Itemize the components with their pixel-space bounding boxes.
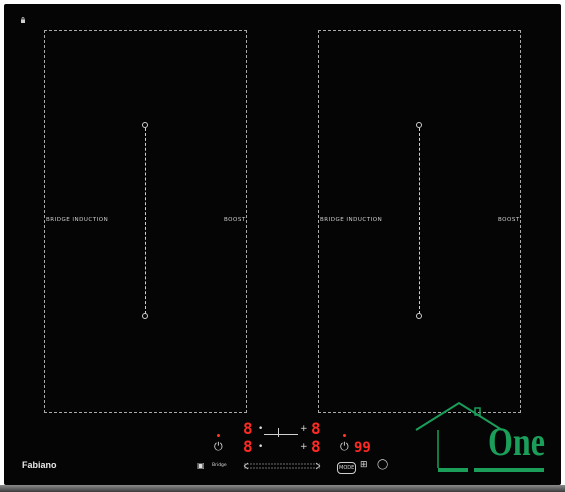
- display-top-right-digit: 8: [311, 419, 321, 438]
- right-bottom-zone-node: [416, 313, 422, 319]
- circle-button-icon[interactable]: ◯: [377, 460, 388, 470]
- left-bridge-line: [145, 128, 146, 314]
- right-boost-label: BOOST: [498, 217, 520, 223]
- timer-icon[interactable]: ⏻: [340, 441, 349, 452]
- timer-display: 99: [354, 440, 371, 456]
- bridge-button[interactable]: Bridge: [212, 461, 227, 471]
- cooktop-frame: [0, 485, 565, 492]
- display-bottom-left-digit: 8: [243, 437, 253, 456]
- left-bottom-zone-node: [142, 313, 148, 319]
- right-bridge-induction-label: BRIDGE INDUCTION: [320, 217, 383, 223]
- power-slider[interactable]: [242, 462, 322, 470]
- left-top-zone-node: [142, 122, 148, 128]
- left-indicator-led: [217, 434, 220, 437]
- left-boost-label: BOOST: [224, 217, 246, 223]
- lock-indicator-icon: [21, 17, 25, 23]
- mode-button[interactable]: MODE: [337, 462, 357, 474]
- grid-button-icon[interactable]: ⊞: [360, 460, 368, 470]
- zone-select-bottom-right-icon[interactable]: +: [300, 442, 308, 452]
- zone-select-bottom-left-icon[interactable]: •: [258, 442, 263, 452]
- display-bottom-right-digit: 8: [311, 437, 321, 456]
- right-top-zone-node: [416, 122, 422, 128]
- left-power-icon[interactable]: ⏻: [214, 441, 223, 452]
- left-bridge-induction-label: BRIDGE INDUCTION: [46, 217, 109, 223]
- zone-select-top-right-icon[interactable]: +: [300, 424, 308, 434]
- display-top-left-digit: 8: [243, 419, 253, 438]
- brand-logo: Fabiano: [22, 460, 57, 470]
- right-bridge-line: [419, 128, 420, 314]
- watermark-text: One: [488, 419, 545, 464]
- display-divider-top: [264, 434, 298, 435]
- lock-button-icon[interactable]: ▣: [197, 461, 205, 471]
- right-indicator-led: [343, 434, 346, 437]
- display-divider-middle: [278, 428, 279, 437]
- zone-select-top-left-icon[interactable]: •: [258, 424, 263, 434]
